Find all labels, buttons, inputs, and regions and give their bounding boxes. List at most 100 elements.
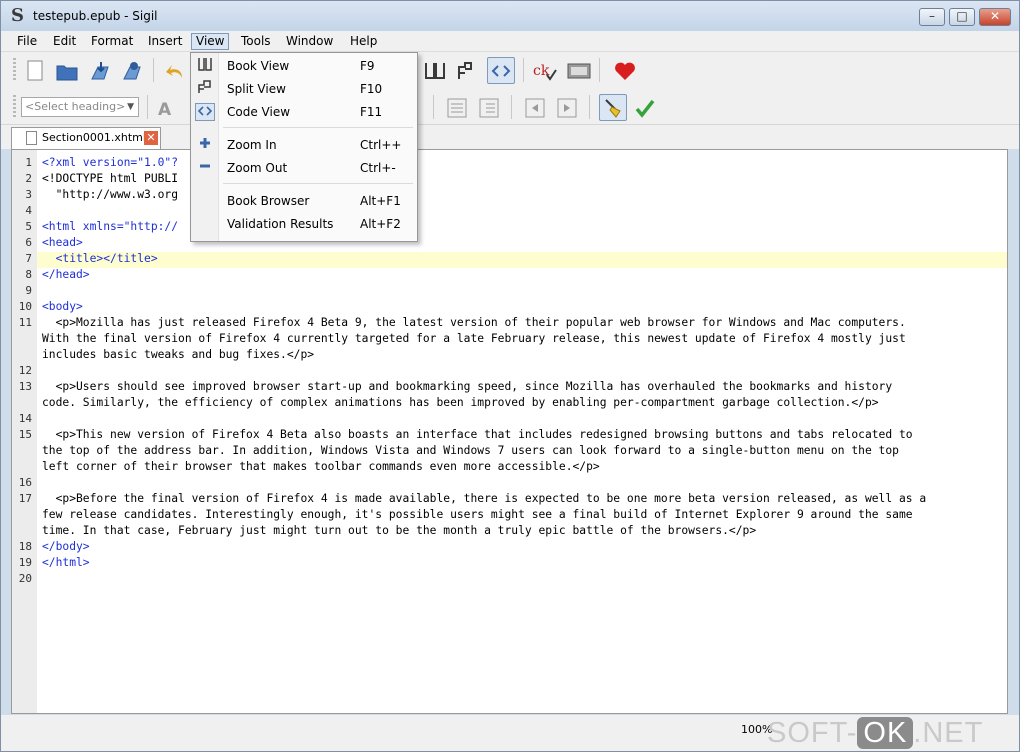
watermark-text: .NET (913, 717, 984, 749)
menu-help[interactable]: Help (346, 33, 381, 50)
code-editor[interactable]: 1 2 3 4 5 6 7 8 9 10 11 12 13 14 15 16 1… (11, 149, 1008, 714)
menu-tools[interactable]: Tools (237, 33, 275, 50)
close-window-button[interactable]: ✕ (979, 8, 1011, 26)
code-line: time. In that case, February just might … (42, 524, 757, 537)
heading-style-icon[interactable]: A (153, 94, 181, 121)
metadata-icon[interactable] (565, 57, 593, 84)
main-toolbar: ck (1, 52, 1019, 89)
decrease-indent-icon[interactable] (521, 94, 549, 121)
tidy-broom-icon[interactable] (599, 94, 627, 121)
watermark: SOFT- OK .NET (767, 717, 983, 750)
split-icon (195, 80, 215, 98)
code-view-toolbar-icon[interactable] (487, 57, 515, 84)
menu-item-validation-results[interactable]: Validation Results Alt+F2 (191, 213, 417, 235)
menu-item-split-view[interactable]: Split View F10 (191, 78, 417, 100)
menu-item-label: Zoom In (227, 138, 277, 152)
tab-bar: Section0001.xhtml ✕ (1, 125, 1019, 149)
line-number: 20 (18, 572, 32, 585)
new-file-icon[interactable] (21, 57, 49, 84)
minimize-button[interactable]: – (919, 8, 945, 26)
menu-item-label: Book Browser (227, 194, 310, 208)
select-heading-dropdown[interactable]: <Select heading> ▼ (21, 97, 139, 117)
line-number: 10 (18, 300, 32, 313)
menu-item-label: Book View (227, 59, 290, 73)
line-number: 14 (18, 412, 32, 425)
toolbar-separator (433, 95, 434, 119)
line-number: 9 (25, 284, 32, 297)
menu-item-book-browser[interactable]: Book Browser Alt+F1 (191, 190, 417, 212)
line-number: 15 (18, 428, 32, 441)
toolbar-separator (589, 95, 590, 119)
toolbar-separator (523, 58, 524, 82)
window-title: testepub.epub - Sigil (33, 9, 158, 23)
code-line: <html xmlns="http:// (42, 220, 179, 233)
close-tab-icon[interactable]: ✕ (144, 131, 158, 145)
bullet-list-icon[interactable] (443, 94, 471, 121)
tab-section0001[interactable]: Section0001.xhtml ✕ (11, 127, 161, 149)
menu-item-label: Code View (227, 105, 291, 119)
line-number: 2 (25, 172, 32, 185)
open-folder-icon[interactable] (53, 57, 81, 84)
code-line: <?xml version="1.0"? (42, 156, 179, 169)
book-icon (195, 57, 215, 75)
maximize-button[interactable]: □ (949, 8, 975, 26)
donate-heart-icon[interactable] (611, 57, 639, 84)
tab-label: Section0001.xhtml (42, 131, 146, 144)
save-icon[interactable] (87, 57, 115, 84)
validate-check-icon[interactable] (631, 94, 659, 121)
code-line: <!DOCTYPE html PUBLI (42, 172, 179, 185)
code-line: <p>Users should see improved browser sta… (42, 380, 893, 393)
menu-separator (223, 127, 413, 128)
title-bar: S testepub.epub - Sigil – □ ✕ (1, 1, 1019, 31)
menu-window[interactable]: Window (282, 33, 337, 50)
line-number: 7 (25, 252, 32, 265)
menu-item-shortcut: F9 (360, 59, 375, 73)
code-line: left corner of their browser that makes … (42, 460, 600, 473)
line-number: 8 (25, 268, 32, 281)
view-menu-dropdown: Book View F9 Split View F10 Code View F1… (190, 52, 418, 242)
menu-file[interactable]: File (13, 33, 41, 50)
undo-icon[interactable] (161, 57, 189, 84)
code-line: </html> (42, 556, 90, 569)
toolbar-grip[interactable] (13, 58, 16, 82)
book-view-toolbar-icon[interactable] (421, 57, 449, 84)
menu-item-label: Validation Results (227, 217, 334, 231)
save-as-icon[interactable] (119, 57, 147, 84)
line-number: 18 (18, 540, 32, 553)
menu-insert[interactable]: Insert (144, 33, 186, 50)
split-view-toolbar-icon[interactable] (453, 57, 481, 84)
menu-item-shortcut: F11 (360, 105, 383, 119)
code-icon (195, 103, 215, 121)
menu-item-shortcut: Ctrl+- (360, 161, 396, 175)
menu-view[interactable]: View (191, 33, 230, 50)
code-line: <body> (42, 300, 83, 313)
code-line: includes basic tweaks and bug fixes.</p> (42, 348, 315, 361)
heading-select-value: <Select heading> (25, 100, 126, 113)
line-number-gutter: 1 2 3 4 5 6 7 8 9 10 11 12 13 14 15 16 1… (12, 150, 37, 713)
menu-item-zoom-in[interactable]: Zoom In Ctrl++ (191, 134, 417, 156)
toolbar-separator (147, 95, 148, 119)
code-line: <title></title> (42, 252, 158, 265)
svg-text:A: A (158, 100, 172, 118)
code-line: <p>This new version of Firefox 4 Beta al… (42, 428, 913, 441)
menu-item-label: Zoom Out (227, 161, 288, 175)
menu-item-shortcut: Ctrl++ (360, 138, 402, 152)
menu-edit[interactable]: Edit (49, 33, 80, 50)
menu-item-label: Split View (227, 82, 286, 96)
increase-indent-icon[interactable] (553, 94, 581, 121)
zoom-out-icon (195, 159, 215, 177)
menu-format[interactable]: Format (87, 33, 137, 50)
menu-item-zoom-out[interactable]: Zoom Out Ctrl+- (191, 157, 417, 179)
line-number: 3 (25, 188, 32, 201)
line-number: 17 (18, 492, 32, 505)
code-line: <p>Before the final version of Firefox 4… (42, 492, 927, 505)
spellcheck-icon[interactable]: ck (531, 57, 559, 84)
numbered-list-icon[interactable] (475, 94, 503, 121)
line-number: 6 (25, 236, 32, 249)
code-line: few release candidates. Interestingly en… (42, 508, 913, 521)
code-line: <head> (42, 236, 83, 249)
menu-item-shortcut: Alt+F2 (360, 217, 401, 231)
menu-item-code-view[interactable]: Code View F11 (191, 101, 417, 123)
menu-item-book-view[interactable]: Book View F9 (191, 55, 417, 77)
toolbar-grip[interactable] (13, 95, 16, 119)
